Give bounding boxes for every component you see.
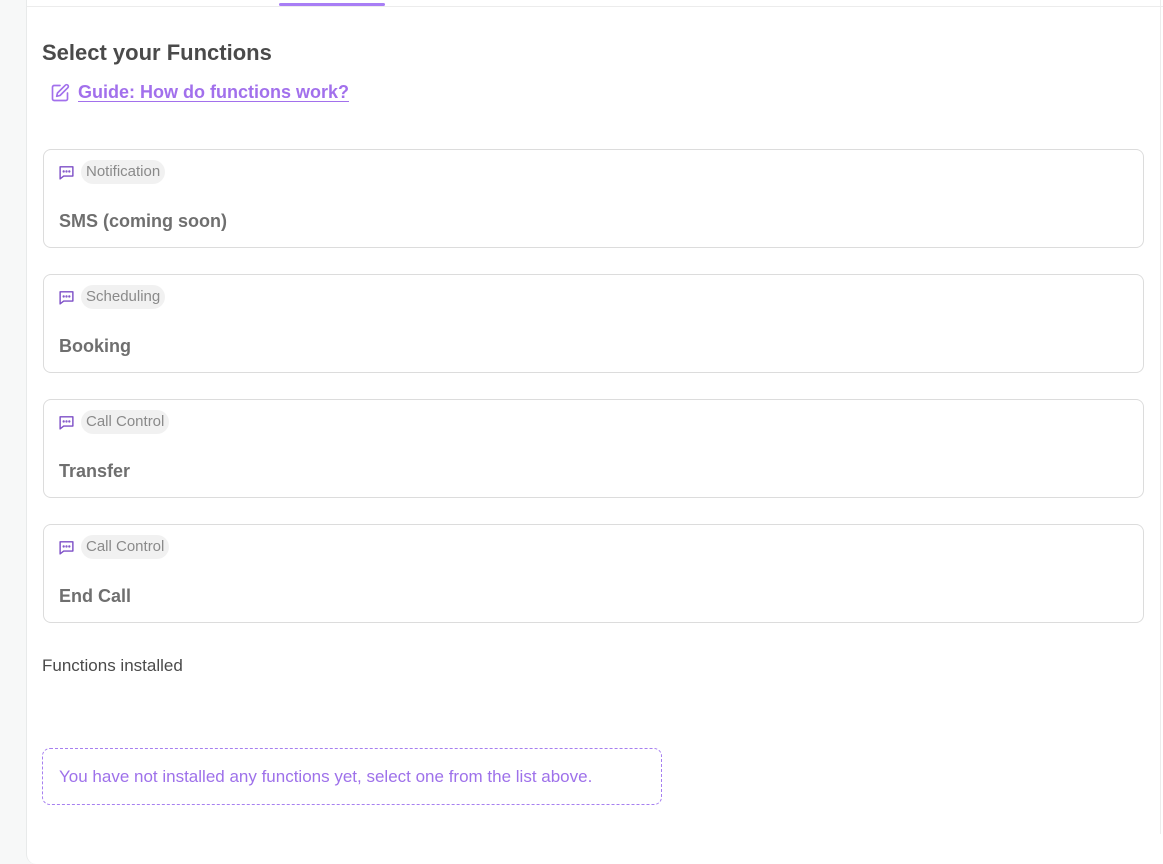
card-header: Scheduling xyxy=(58,285,166,309)
empty-state-message: You have not installed any functions yet… xyxy=(59,766,593,786)
card-header: Call Control xyxy=(58,535,170,559)
guide-link[interactable]: Guide: How do functions work? xyxy=(50,82,349,103)
message-icon xyxy=(59,165,74,180)
category-badge: Scheduling xyxy=(81,285,166,309)
card-header: Notification xyxy=(58,160,166,184)
function-card-transfer[interactable]: Call Control Transfer xyxy=(43,399,1144,498)
empty-state: You have not installed any functions yet… xyxy=(42,748,662,805)
category-badge: Notification xyxy=(81,160,166,184)
functions-panel: Select your Functions Guide: How do func… xyxy=(26,0,1163,864)
category-badge: Call Control xyxy=(81,410,170,434)
category-badge: Call Control xyxy=(81,535,170,559)
panel-divider xyxy=(1160,0,1161,834)
function-name: Transfer xyxy=(59,461,131,481)
message-icon xyxy=(59,415,74,430)
function-card-booking[interactable]: Scheduling Booking xyxy=(43,274,1144,373)
function-name: Booking xyxy=(59,336,131,356)
card-header: Call Control xyxy=(58,410,170,434)
guide-link-label[interactable]: Guide: How do functions work? xyxy=(78,82,349,103)
function-card-sms[interactable]: Notification SMS (coming soon) xyxy=(43,149,1144,248)
function-name: End Call xyxy=(59,586,132,606)
tab-bar xyxy=(27,0,1163,7)
message-icon xyxy=(59,540,74,555)
edit-icon xyxy=(51,83,70,101)
page-title: Select your Functions xyxy=(42,40,272,65)
active-tab-indicator xyxy=(279,3,385,6)
function-card-end-call[interactable]: Call Control End Call xyxy=(43,524,1144,623)
installed-heading: Functions installed xyxy=(42,656,183,675)
message-icon xyxy=(59,290,74,305)
function-name: SMS (coming soon) xyxy=(59,211,227,231)
